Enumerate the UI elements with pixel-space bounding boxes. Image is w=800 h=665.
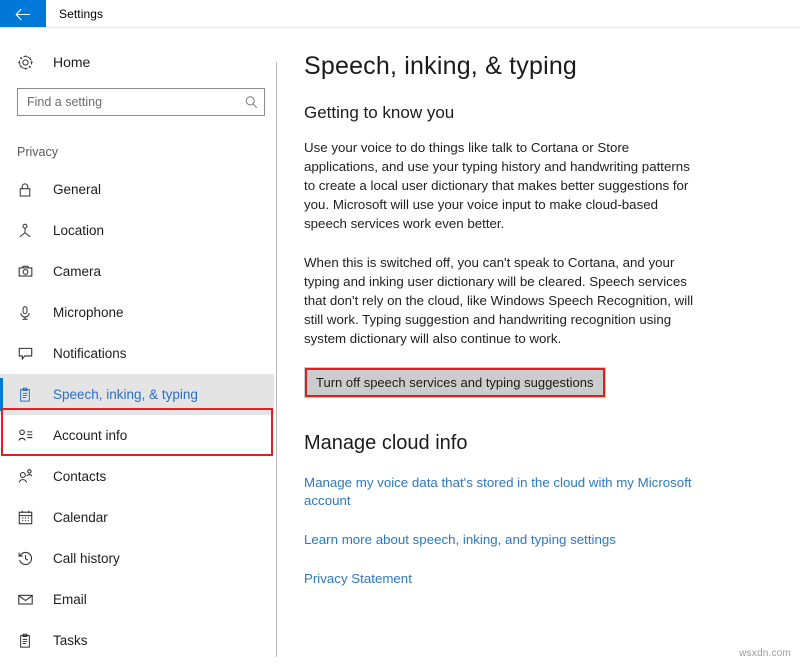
sidebar-item-home[interactable]: Home [0,47,278,77]
camera-icon [17,263,37,280]
paragraph-switched-off-description: When this is switched off, you can't spe… [304,253,696,348]
window-title: Settings [46,0,103,28]
sidebar-item-camera[interactable]: Camera [0,251,278,292]
location-pin-icon [17,223,37,239]
gear-icon [17,54,39,71]
app-shell: Home Privacy [0,28,800,665]
section-heading-getting-to-know-you: Getting to know you [304,103,800,123]
microphone-icon [17,305,37,321]
notification-icon [17,345,37,362]
back-arrow-icon [15,8,31,21]
sidebar-item-calendar-label: Calendar [53,510,108,525]
watermark: wsxdn.com [739,648,791,659]
sidebar: Home Privacy [0,28,279,665]
calendar-icon [17,509,37,526]
back-button[interactable] [0,0,46,28]
clock-history-icon [17,550,37,567]
clipboard-icon [17,633,37,649]
clipboard-icon [17,387,37,403]
search-input[interactable] [18,89,238,115]
section-heading-manage-cloud-info: Manage cloud info [304,432,800,455]
title-bar: Settings [0,0,800,28]
sidebar-item-notifications-label: Notifications [53,346,127,361]
turn-off-speech-services-button[interactable]: Turn off speech services and typing sugg… [304,367,606,398]
sidebar-nav: General Location [0,169,278,661]
sidebar-item-speech-inking-typing[interactable]: Speech, inking, & typing [0,374,274,415]
sidebar-item-email[interactable]: Email [0,579,278,620]
search-icon[interactable] [238,95,264,110]
turn-off-speech-services-button-label: Turn off speech services and typing sugg… [316,375,594,390]
sidebar-item-tasks[interactable]: Tasks [0,620,278,661]
sidebar-item-account-info[interactable]: Account info [0,415,278,456]
account-info-icon [17,427,37,444]
sidebar-item-account-info-label: Account info [53,428,127,443]
search-box[interactable] [17,88,265,116]
sidebar-item-call-history[interactable]: Call history [0,538,278,579]
sidebar-item-contacts[interactable]: Contacts [0,456,278,497]
lock-icon [17,182,37,198]
sidebar-item-general-label: General [53,182,101,197]
paragraph-voice-description: Use your voice to do things like talk to… [304,138,696,233]
sidebar-item-home-label: Home [53,54,90,70]
sidebar-item-tasks-label: Tasks [53,633,88,648]
sidebar-item-notifications[interactable]: Notifications [0,333,278,374]
sidebar-item-location-label: Location [53,223,104,238]
sidebar-item-microphone[interactable]: Microphone [0,292,278,333]
sidebar-item-calendar[interactable]: Calendar [0,497,278,538]
link-manage-voice-data[interactable]: Manage my voice data that's stored in th… [304,474,696,510]
sidebar-group-title: Privacy [0,145,278,159]
sidebar-item-speech-inking-typing-label: Speech, inking, & typing [53,387,198,402]
sidebar-item-camera-label: Camera [53,264,101,279]
sidebar-item-general[interactable]: General [0,169,278,210]
sidebar-item-email-label: Email [53,592,87,607]
sidebar-item-call-history-label: Call history [53,551,120,566]
sidebar-item-contacts-label: Contacts [53,469,106,484]
link-learn-more-speech-settings[interactable]: Learn more about speech, inking, and typ… [304,531,696,549]
contacts-icon [17,468,37,485]
sidebar-item-location[interactable]: Location [0,210,278,251]
envelope-icon [17,591,37,608]
link-privacy-statement[interactable]: Privacy Statement [304,570,696,588]
main-content: Speech, inking, & typing Getting to know… [279,28,800,665]
sidebar-scrollbar[interactable] [276,62,277,657]
sidebar-item-microphone-label: Microphone [53,305,124,320]
page-title: Speech, inking, & typing [304,52,800,81]
